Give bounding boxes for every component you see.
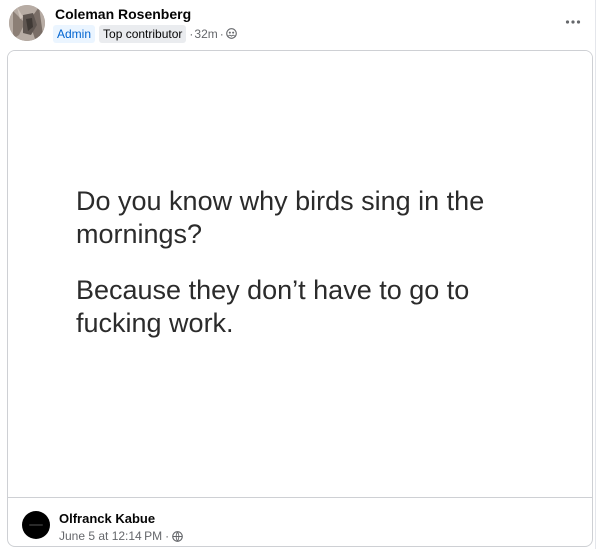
shared-author-name[interactable]: Olfranck Kabue: [59, 511, 155, 526]
post-header: Coleman Rosenberg Admin Top contributor …: [0, 0, 596, 48]
avatar-image-icon: [9, 5, 45, 41]
author-avatar[interactable]: [9, 5, 45, 41]
meme-line-4: fucking work.: [76, 308, 234, 338]
facebook-post: Coleman Rosenberg Admin Top contributor …: [0, 0, 596, 549]
shared-post-meta: June 5 at 12:14 PM ·: [59, 529, 183, 543]
shared-meta-separator: ·: [165, 529, 170, 543]
meme-image[interactable]: Do you know why birds sing in the mornin…: [8, 51, 592, 497]
post-meta: Admin Top contributor · 32m ·: [53, 24, 237, 43]
meme-line-2: mornings?: [76, 219, 203, 249]
more-options-icon: [565, 20, 581, 24]
meme-spacer: [76, 251, 546, 274]
shared-author-avatar[interactable]: [22, 511, 50, 539]
top-contributor-badge[interactable]: Top contributor: [99, 24, 187, 43]
avatar-logo-icon: [29, 524, 43, 526]
meta-separator-2: ·: [219, 26, 224, 41]
admin-badge[interactable]: Admin: [53, 24, 96, 43]
group-icon[interactable]: [225, 28, 237, 39]
meme-line-3: Because they don’t have to go to: [76, 275, 470, 305]
post-timestamp[interactable]: 32m: [194, 27, 217, 41]
globe-icon[interactable]: [172, 530, 183, 542]
shared-timestamp[interactable]: June 5 at 12:14 PM: [59, 529, 162, 543]
meme-line-1: Do you know why birds sing in the: [76, 186, 485, 216]
meta-separator: ·: [189, 26, 194, 41]
shared-post-card[interactable]: Do you know why birds sing in the mornin…: [7, 50, 593, 547]
more-options-button[interactable]: [560, 9, 586, 35]
meme-text: Do you know why birds sing in the mornin…: [76, 185, 546, 340]
author-name[interactable]: Coleman Rosenberg: [55, 6, 191, 22]
shared-post-footer: Olfranck Kabue June 5 at 12:14 PM ·: [8, 498, 592, 546]
